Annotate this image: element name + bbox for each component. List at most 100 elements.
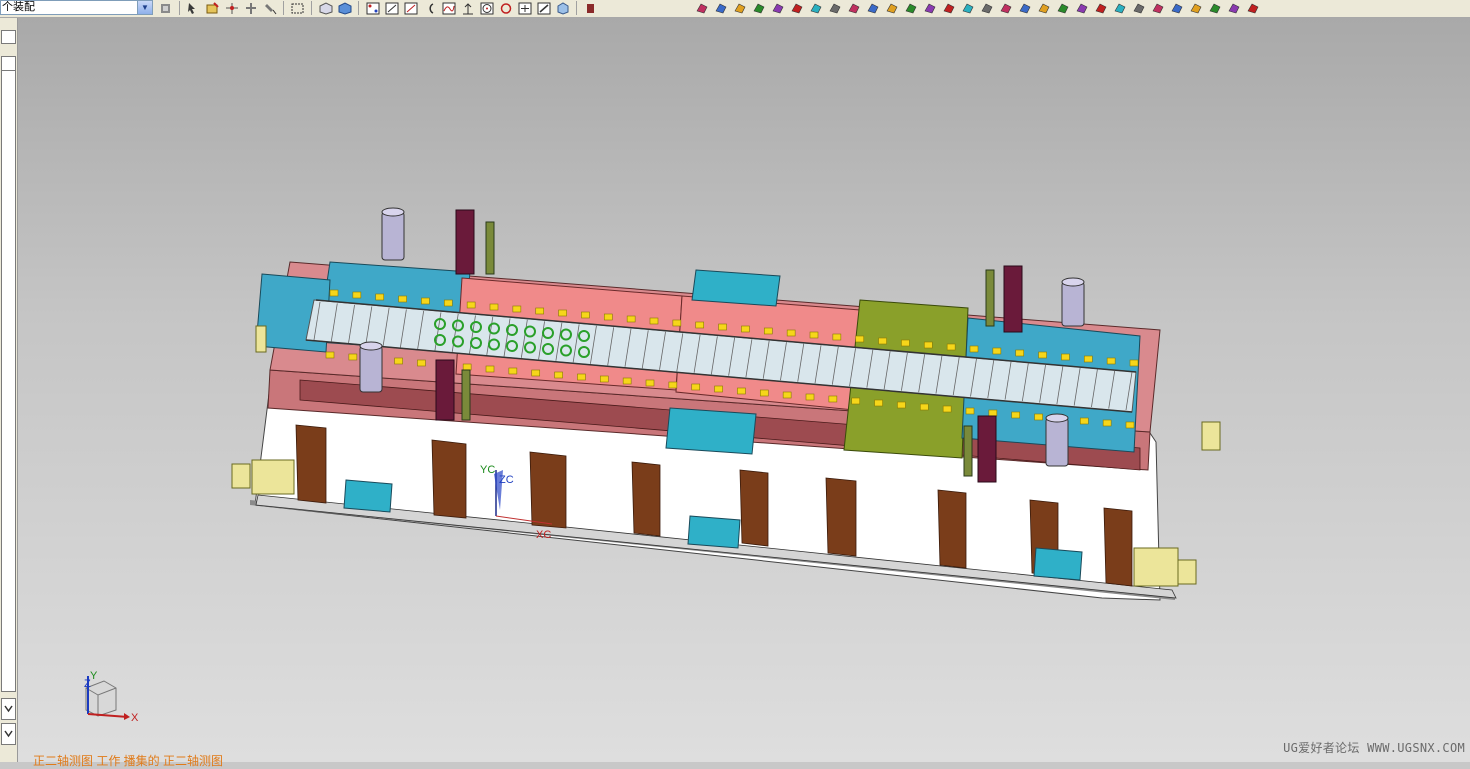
guide-pin — [786, 329, 796, 337]
tool-icon[interactable] — [979, 1, 994, 15]
point-icon[interactable] — [224, 1, 239, 15]
tool-icon[interactable] — [713, 1, 728, 15]
curve-icon[interactable] — [441, 1, 456, 15]
snap-icon[interactable] — [205, 1, 220, 15]
navigator-panel[interactable] — [1, 70, 16, 692]
chevron-down-icon[interactable]: ▼ — [137, 1, 152, 14]
select-icon[interactable] — [186, 1, 201, 15]
guide-pin — [737, 387, 746, 395]
resource-bar-tab[interactable] — [1, 56, 16, 71]
guide-pin — [851, 397, 861, 405]
tool-icon[interactable] — [1226, 1, 1241, 15]
tool-icon[interactable] — [922, 1, 937, 15]
guide-pin — [1034, 413, 1043, 421]
assembly-icon[interactable] — [158, 1, 173, 15]
tool-icon[interactable] — [1150, 1, 1165, 15]
tool-icon[interactable] — [1093, 1, 1108, 15]
tool-icon[interactable] — [732, 1, 747, 15]
tool-icon[interactable] — [1112, 1, 1127, 15]
guide-pin — [352, 291, 362, 299]
tool-icon[interactable] — [694, 1, 709, 15]
guide-pin — [508, 367, 518, 375]
guide-pin — [535, 307, 545, 315]
tool-icon[interactable] — [1055, 1, 1070, 15]
guide-pin — [809, 331, 819, 339]
guide-pin — [1125, 421, 1135, 429]
view-icon[interactable] — [318, 1, 333, 15]
guide-pin — [1015, 349, 1025, 357]
selection-filter-value: 个装配 — [2, 1, 35, 13]
tool-icon[interactable] — [1188, 1, 1203, 15]
guide-pin — [919, 403, 929, 411]
tool-icon[interactable] — [770, 1, 785, 15]
main-toolbar: 个装配 ▼ — [0, 0, 1470, 18]
toolbar-separator — [179, 1, 180, 15]
tool-icon[interactable] — [903, 1, 918, 15]
move-icon[interactable] — [243, 1, 258, 15]
guide-pin — [668, 381, 678, 389]
circle-icon[interactable] — [498, 1, 513, 15]
cube-icon[interactable] — [555, 1, 570, 15]
tool-icon[interactable] — [1074, 1, 1089, 15]
guide-pin — [672, 319, 682, 327]
tool-icon[interactable] — [808, 1, 823, 15]
guide-pin — [897, 401, 906, 409]
guide-pin — [462, 363, 472, 371]
guide-pin — [759, 389, 769, 397]
toolbar-icon-group-left — [158, 0, 598, 16]
tool-icon[interactable] — [998, 1, 1013, 15]
plus-icon[interactable] — [517, 1, 532, 15]
triad-y-label: Y — [90, 670, 98, 682]
tool-icon[interactable] — [751, 1, 766, 15]
guide-pin — [828, 395, 838, 403]
guide-pin — [782, 391, 792, 399]
guide-pin — [691, 383, 701, 391]
diagonal-icon[interactable] — [536, 1, 551, 15]
toolbar-separator — [358, 1, 359, 15]
resource-bar-tab[interactable] — [1, 30, 16, 44]
shade-icon[interactable] — [337, 1, 352, 15]
tool-icon[interactable] — [1207, 1, 1222, 15]
guide-pin — [394, 357, 403, 365]
line-icon[interactable] — [384, 1, 399, 15]
tool-icon[interactable] — [846, 1, 861, 15]
tool-icon[interactable] — [865, 1, 880, 15]
tool-icon[interactable] — [1017, 1, 1032, 15]
scroll-down-button[interactable] — [1, 698, 16, 720]
view-triad: Z Y X — [84, 670, 139, 724]
scroll-down-button-2[interactable] — [1, 723, 16, 745]
guide-pin — [965, 407, 975, 415]
guide-pin — [901, 339, 910, 347]
snap-endpoint-icon[interactable] — [365, 1, 380, 15]
guide-pin — [329, 289, 339, 297]
graphics-viewport[interactable]: YC ZC XC Z Y X — [18, 18, 1470, 762]
guide-pin — [695, 321, 705, 329]
mold-icon[interactable] — [583, 1, 598, 15]
tool-icon[interactable] — [884, 1, 899, 15]
box-select-icon[interactable] — [290, 1, 305, 15]
circle-center-icon[interactable] — [479, 1, 494, 15]
guide-pin — [1061, 353, 1070, 361]
guide-pin — [988, 409, 998, 417]
guide-pin — [1079, 417, 1089, 425]
tool-icon[interactable] — [960, 1, 975, 15]
tool-icon[interactable] — [789, 1, 804, 15]
tool-icon[interactable] — [1036, 1, 1051, 15]
pin-icon[interactable] — [262, 1, 277, 15]
tool-icon[interactable] — [941, 1, 956, 15]
selection-filter-dropdown[interactable]: 个装配 ▼ — [0, 0, 153, 15]
tool-icon[interactable] — [1131, 1, 1146, 15]
arc-icon[interactable] — [422, 1, 437, 15]
site-watermark: UG爱好者论坛 WWW.UGSNX.COM — [1283, 741, 1465, 755]
guide-pin — [485, 365, 495, 373]
tool-icon[interactable] — [1169, 1, 1184, 15]
guide-pin — [741, 325, 750, 333]
tool-icon[interactable] — [1245, 1, 1260, 15]
arrow-icon[interactable] — [403, 1, 418, 15]
guide-pin — [855, 335, 865, 343]
guide-pin — [603, 313, 613, 321]
tool-icon[interactable] — [827, 1, 842, 15]
guide-pin — [577, 373, 586, 381]
guide-pin — [874, 399, 883, 407]
perpendicular-icon[interactable] — [460, 1, 475, 15]
